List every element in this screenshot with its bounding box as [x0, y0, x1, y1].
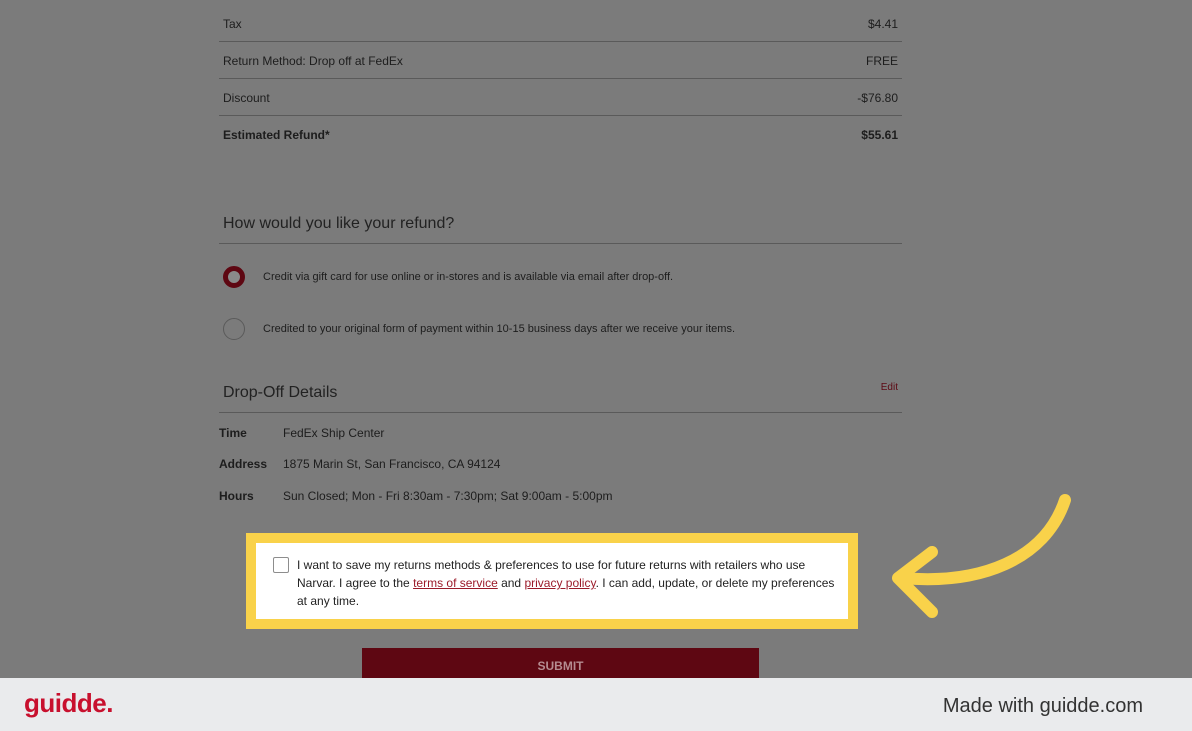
consent-box: I want to save my returns methods & pref…	[256, 543, 848, 619]
summary-value: FREE	[865, 54, 898, 68]
summary-row-estimated-refund: Estimated Refund* $55.61	[219, 116, 902, 152]
made-with-text: Made with guidde.com	[942, 695, 1143, 717]
summary-label: Return Method: Drop off at FedEx	[223, 54, 403, 68]
summary-row-return-method: Return Method: Drop off at FedEx FREE	[219, 42, 902, 79]
consent-checkbox[interactable]	[273, 557, 289, 573]
summary-value: $55.61	[861, 128, 898, 142]
refund-title: How would you like your refund?	[223, 215, 455, 232]
detail-label: Hours	[219, 489, 254, 503]
radio-selected-icon[interactable]	[223, 266, 245, 288]
refund-option-gift-card[interactable]: Credit via gift card for use online or i…	[223, 266, 903, 290]
footer-bar: guidde. Made with guidde.com	[0, 678, 1192, 731]
consent-highlight: I want to save my returns methods & pref…	[246, 533, 858, 629]
terms-of-service-link[interactable]: terms of service	[413, 576, 498, 590]
summary-row-discount: Discount -$76.80	[219, 79, 902, 116]
pointer-arrow-icon	[892, 494, 1071, 618]
consent-text: I want to save my returns methods & pref…	[297, 556, 842, 610]
detail-label: Address	[219, 457, 268, 471]
privacy-policy-link[interactable]: privacy policy	[524, 576, 595, 590]
summary-value: -$76.80	[857, 91, 898, 105]
dropoff-title: Drop-Off Details	[223, 384, 338, 401]
summary-label: Estimated Refund*	[223, 128, 330, 142]
detail-value: 1875 Marin St, San Francisco, CA 94124	[283, 457, 501, 471]
return-page: Tax $4.41 Return Method: Drop off at Fed…	[0, 0, 1192, 684]
radio-unselected-icon[interactable]	[223, 318, 245, 340]
summary-label: Discount	[223, 91, 270, 105]
dropoff-section-title: Drop-Off Details Edit	[219, 376, 902, 413]
detail-value: Sun Closed; Mon - Fri 8:30am - 7:30pm; S…	[283, 489, 613, 503]
refund-section-title: How would you like your refund?	[219, 207, 902, 244]
refund-option-label: Credit via gift card for use online or i…	[263, 271, 674, 283]
guidde-logo: guidde.	[24, 688, 113, 718]
consent-text-middle: and	[497, 576, 525, 590]
detail-value: FedEx Ship Center	[283, 426, 385, 440]
summary-row-tax: Tax $4.41	[219, 5, 902, 42]
summary-value: $4.41	[867, 17, 898, 31]
edit-link[interactable]: Edit	[881, 382, 898, 393]
detail-label: Time	[219, 426, 247, 440]
refund-option-original-payment[interactable]: Credited to your original form of paymen…	[223, 318, 903, 342]
summary-label: Tax	[223, 17, 242, 31]
refund-option-label: Credited to your original form of paymen…	[263, 323, 735, 335]
